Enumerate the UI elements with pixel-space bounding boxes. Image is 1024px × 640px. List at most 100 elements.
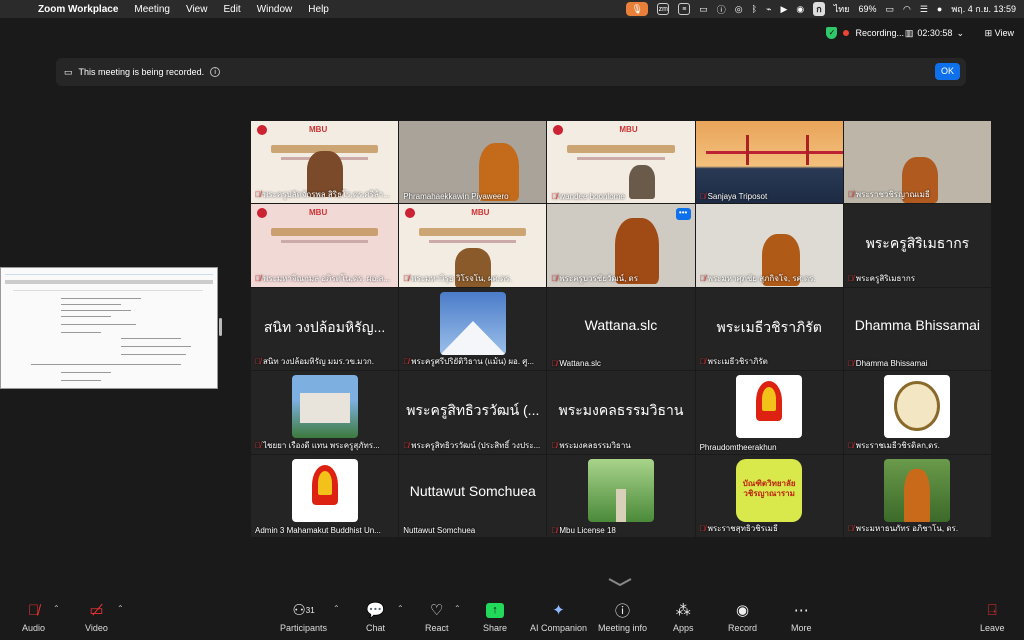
wifi-extra-icon[interactable]: ◎ <box>735 4 743 15</box>
participant-tile[interactable]: 🎙̸ พระมหาศุภชัย สุภกิจโจ, รศ.ดร. <box>695 204 843 287</box>
collapse-chevron-icon[interactable] <box>607 577 633 587</box>
participant-tile[interactable]: MBU 🎙̸ พระครูปลัดจักรพล สิริธโร,ดร.ศรีล้า… <box>251 121 399 204</box>
focus-icon[interactable]: ◉ <box>796 4 804 15</box>
ok-button[interactable]: OK <box>935 63 960 80</box>
battery-percent[interactable]: 69% <box>858 4 876 14</box>
participant-name: 🎙̸ พระมหาจิณกมล อภิรตโน,ดร. ผอ.ส... <box>255 273 391 283</box>
control-center-icon[interactable]: ☰ <box>920 4 928 15</box>
participant-tile[interactable]: พระมงคลธรรมวิธาน 🎙̸ พระมงคลธรรมวิธาน <box>547 371 695 454</box>
menu-help[interactable]: Help <box>300 4 337 15</box>
participant-tile[interactable]: พระครูสิทธิวรวัฒน์ (... 🎙̸ พระครูสิทธิวรว… <box>399 371 547 454</box>
menu-window[interactable]: Window <box>249 4 301 15</box>
participant-tile[interactable]: MBU 🎙̸ พระมหาวิรุธ วิโรจโน, ผศ.ดร. <box>399 204 547 287</box>
mic-in-use-icon[interactable]: 🎙 <box>626 2 649 16</box>
bluetooth-icon[interactable]: ᛒ <box>752 4 757 14</box>
apps-button[interactable]: ⁂ Apps <box>673 599 694 633</box>
participant-tile[interactable]: พระเมธีวชิราภิรัต 🎙̸ พระเมธีวชิราภิรัต <box>695 287 843 371</box>
participant-name: 🎙̸ Wattana.slc <box>551 359 601 369</box>
audio-button[interactable]: 🎙̸ Audio <box>22 599 45 634</box>
participant-tile[interactable]: 🎙̸ Sanjaya Triposot <box>695 121 843 204</box>
zoom-status-icon[interactable]: zm <box>657 3 670 15</box>
participant-tile[interactable]: ••• 🎙̸ พระครูบวรชัยวัฒน์, ดร <box>547 204 695 287</box>
participant-tile[interactable]: 🎙̸ Mbu License 18 <box>547 454 695 537</box>
info-icon[interactable]: i <box>210 67 221 77</box>
participant-display-name: พระครูสิริเมธากร <box>865 235 970 252</box>
participant-tile[interactable]: บัณฑิตวิทยาลัย วชิรญาณาราม 🎙̸ พระราชสุทธิ… <box>695 454 843 537</box>
recording-indicator[interactable]: ✓ Recording... <box>826 27 904 39</box>
chevron-down-icon[interactable]: ⌄ <box>956 28 964 39</box>
share-button[interactable]: ↑ Share <box>483 599 507 633</box>
university-logo-icon <box>257 125 267 135</box>
heart-icon: ♡ <box>430 602 444 619</box>
participant-display-name: Dhamma Bhissamai <box>854 316 981 333</box>
participant-tile[interactable]: 🎙̸ พระครูศรีปริยัติวิธาน (แม้น) ผอ. ศู... <box>399 287 547 371</box>
sign-text: บัณฑิตวิทยาลัย วชิรญาณาราม <box>742 478 796 498</box>
participant-tile[interactable]: 🎙̸ พระราชเมธีวชิรดิลก,ดร. <box>843 371 991 454</box>
input-language[interactable]: ไทย <box>834 2 850 16</box>
mountain-graphic <box>439 320 506 355</box>
recording-label: Recording... <box>855 28 904 38</box>
video-recording-icon: ▭ <box>64 66 73 77</box>
chat-options-chevron-icon[interactable]: ⌃ <box>397 604 404 613</box>
view-button[interactable]: ⊞ View <box>985 28 1014 39</box>
audio-options-chevron-icon[interactable]: ⌃ <box>53 604 60 613</box>
react-options-chevron-icon[interactable]: ⌃ <box>454 604 461 613</box>
activity-icon[interactable]: ⌁ <box>766 4 771 15</box>
line-status-icon[interactable]: ≡ <box>678 3 691 15</box>
panel-resize-handle[interactable] <box>219 318 222 336</box>
participants-options-chevron-icon[interactable]: ⌃ <box>333 604 340 613</box>
participant-name: 🎙̸ พระมงคลธรรมวิธาน <box>551 440 631 450</box>
leave-button[interactable]: ⍈ Leave <box>980 599 1005 634</box>
participant-tile[interactable]: MBU 🎙̸ พระมหาจิณกมล อภิรตโน,ดร. ผอ.ส... <box>251 204 399 287</box>
mic-muted-icon: 🎙̸ <box>551 526 558 535</box>
participant-tile[interactable]: Phraudomtheerakhun <box>695 371 843 454</box>
video-label: Video <box>85 623 108 633</box>
app-menu[interactable]: Zoom Workplace <box>30 4 126 15</box>
react-button[interactable]: ♡ React <box>425 599 449 633</box>
participant-tile[interactable]: พระครูสิริเมธากร 🎙̸ พระครูสิริเมธากร <box>843 204 991 287</box>
menu-view[interactable]: View <box>178 4 216 15</box>
participant-tile[interactable]: 🎙̸ ไชยยา เรืองดี แทน พระครูสุภัทร... <box>251 371 399 454</box>
participant-tile[interactable]: 🎙̸ พระราชวชิรญาณเมธี <box>843 121 991 204</box>
react-label: React <box>425 623 449 633</box>
slide-heading <box>419 228 527 237</box>
ai-companion-button[interactable]: ✦ AI Companion <box>530 599 587 633</box>
participants-button[interactable]: ⚇ 31 Participants <box>280 599 327 633</box>
participant-tile[interactable]: Admin 3 Mahamakut Buddhist Un... <box>251 454 399 537</box>
meeting-toolbar: 🎙̸ Audio ⌃ ▭̸ Video ⌃ ⚇ 31 Participants ⌃… <box>0 594 1024 640</box>
battery-icon[interactable]: ▭ <box>885 4 894 15</box>
siri-icon[interactable]: ● <box>937 4 942 14</box>
participant-name: 🎙̸ Mbu License 18 <box>551 526 616 535</box>
participant-tile[interactable]: Phramahaekkawin Piyaweero <box>399 121 547 204</box>
more-options-icon[interactable]: ••• <box>675 208 691 221</box>
shared-document-thumbnail[interactable] <box>0 267 218 389</box>
participants-icon: ⚇ 31 <box>292 602 315 619</box>
screen-icon[interactable]: ▭ <box>699 4 708 15</box>
participant-name: 🎙̸ พระครูปลัดจักรพล สิริธโร,ดร.ศรีล้า... <box>255 190 390 200</box>
video-button[interactable]: ▭̸ Video <box>85 599 108 633</box>
menu-edit[interactable]: Edit <box>215 4 248 15</box>
menu-meeting[interactable]: Meeting <box>126 4 178 15</box>
meeting-info-button[interactable]: ⓘ Meeting info <box>598 599 647 634</box>
timer-icon: ▥ <box>904 28 914 38</box>
participant-tile[interactable]: Wattana.slc 🎙̸ Wattana.slc <box>547 287 695 371</box>
more-button[interactable]: ⋯ More <box>791 599 812 633</box>
mic-muted-icon: 🎙̸ <box>699 273 706 283</box>
chat-button[interactable]: 💬 Chat <box>366 599 385 633</box>
participant-tile[interactable]: สนิท วงปล้อมหิรัญ... 🎙̸ สนิท วงปล้อมหิรัญ… <box>251 287 399 371</box>
clock[interactable]: พฤ. 4 ก.ย. 13:59 <box>951 2 1016 16</box>
play-icon[interactable]: ▶ <box>780 4 787 15</box>
mic-muted-icon: 🎙̸ <box>847 524 854 533</box>
info-status-icon[interactable]: ⓘ <box>717 3 726 16</box>
video-options-chevron-icon[interactable]: ⌃ <box>117 604 124 613</box>
participant-tile[interactable]: 🎙̸ พระมหาธนภัทร อภิชาโน, ดร. <box>843 454 991 537</box>
participant-tile[interactable]: Nuttawut Somchuea Nuttawut Somchuea <box>399 454 547 537</box>
record-button[interactable]: ◉ Record <box>728 599 757 633</box>
wifi-icon[interactable]: ◠ <box>903 4 911 15</box>
slide-title: MBU <box>619 125 638 134</box>
participant-tile[interactable]: MBU 🎙̸ wandee boonlome <box>547 121 695 204</box>
record-icon: ◉ <box>735 602 750 619</box>
participant-tile[interactable]: Dhamma Bhissamai 🎙̸ Dhamma Bhissamai <box>843 287 991 371</box>
input-source-icon[interactable]: ก <box>813 2 825 16</box>
chat-label: Chat <box>366 623 386 633</box>
